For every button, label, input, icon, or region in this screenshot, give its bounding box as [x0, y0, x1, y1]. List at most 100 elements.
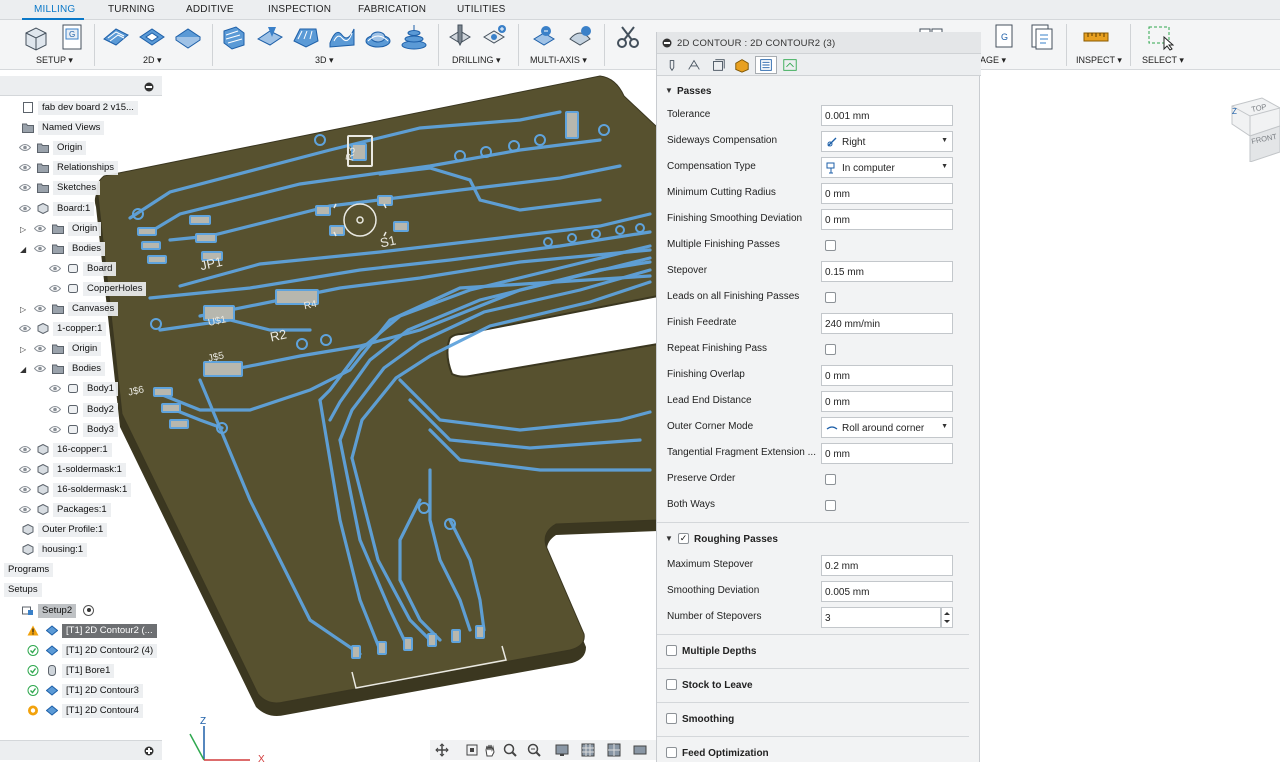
visibility-eye-icon[interactable]: [18, 204, 32, 213]
browser-tree-item[interactable]: housing:1: [0, 540, 162, 560]
collapse-arrow-icon[interactable]: ◢: [20, 245, 26, 254]
passes-row-checkbox[interactable]: [825, 499, 836, 511]
passes-row-checkbox[interactable]: [825, 239, 836, 251]
dialog-title-bar[interactable]: 2D CONTOUR : 2D CONTOUR2 (3): [657, 32, 981, 54]
tab-tool-icon[interactable]: [661, 56, 683, 74]
active-setup-radio-icon[interactable]: [83, 604, 94, 616]
face-icon[interactable]: [174, 23, 202, 51]
tab-stock-icon[interactable]: [731, 56, 753, 74]
parallel-icon[interactable]: [328, 23, 356, 51]
visibility-eye-icon[interactable]: [48, 405, 62, 414]
passes-row-select[interactable]: In computer ▼: [821, 156, 953, 178]
orbit-icon[interactable]: [434, 742, 450, 758]
stock-to-leave-section[interactable]: Stock to Leave: [657, 670, 981, 700]
tab-geometry-icon[interactable]: [683, 56, 705, 74]
tab-inspection[interactable]: INSPECTION: [268, 4, 331, 15]
select-icon[interactable]: [1146, 23, 1174, 51]
tab-heights-icon[interactable]: [707, 56, 729, 74]
multi-axis-group-label[interactable]: MULTI-AXIS ▾: [530, 55, 587, 66]
browser-tree-item[interactable]: [T1] 2D Contour2 (4): [0, 641, 162, 661]
contour-3d-icon[interactable]: [400, 23, 428, 51]
browser-tree-item[interactable]: 16-soldermask:1: [0, 480, 162, 500]
modify-scissors-icon[interactable]: [614, 23, 642, 51]
browser-tree-item[interactable]: [T1] 2D Contour2 (...: [0, 621, 162, 641]
visibility-eye-icon[interactable]: [33, 304, 47, 313]
browser-tree-item[interactable]: ◢ Bodies: [0, 239, 162, 259]
visibility-eye-icon[interactable]: [18, 465, 32, 474]
maximum-stepover-input[interactable]: 0.2 mm: [821, 555, 953, 576]
stock-to-leave-checkbox[interactable]: [666, 679, 677, 690]
visibility-eye-icon[interactable]: [18, 183, 32, 192]
viewports-icon[interactable]: [606, 742, 622, 758]
browser-collapse-icon[interactable]: [144, 82, 154, 92]
browser-tree-item[interactable]: Board:1: [0, 199, 162, 219]
passes-row-checkbox[interactable]: [825, 473, 836, 485]
zoom-icon[interactable]: [502, 742, 518, 758]
display-settings-icon[interactable]: [554, 742, 570, 758]
tab-turning[interactable]: TURNING: [108, 4, 155, 15]
collapse-arrow-icon[interactable]: ◢: [20, 365, 26, 374]
browser-tree-item[interactable]: ▷ Origin: [0, 219, 162, 239]
passes-row-checkbox[interactable]: [825, 343, 836, 355]
browser-tree-item[interactable]: ◢ Bodies: [0, 359, 162, 379]
viewport-canvas[interactable]: [0, 0, 1280, 762]
2d-group-label[interactable]: 2D ▾: [143, 55, 162, 66]
feed-optimization-checkbox[interactable]: [666, 747, 677, 758]
passes-row-checkbox[interactable]: [825, 291, 836, 303]
passes-row-input[interactable]: 0.15 mm: [821, 260, 953, 282]
browser-tree-item[interactable]: CopperHoles: [0, 279, 162, 299]
browser-tree-item[interactable]: 1-soldermask:1: [0, 460, 162, 480]
3d-pocket-icon[interactable]: [256, 23, 284, 51]
browser-tree-item[interactable]: Packages:1: [0, 500, 162, 520]
setup-sheet-icon[interactable]: [1028, 23, 1056, 51]
passes-row-input[interactable]: 0 mm: [821, 208, 953, 230]
tab-milling[interactable]: MILLING: [34, 4, 75, 15]
passes-row-input[interactable]: 0.001 mm: [821, 105, 953, 126]
swarf-icon[interactable]: [530, 23, 558, 51]
visibility-eye-icon[interactable]: [18, 163, 32, 172]
tab-linking-icon[interactable]: [779, 56, 801, 74]
drill-icon[interactable]: [446, 23, 474, 51]
browser-tree-item[interactable]: Sketches: [0, 178, 162, 198]
feed-optimization-section[interactable]: Feed Optimization: [657, 738, 981, 762]
browser-tree-item[interactable]: [T1] 2D Contour4: [0, 701, 162, 721]
tab-fabrication[interactable]: FABRICATION: [358, 4, 426, 15]
stepovers-spinner-icon[interactable]: [941, 607, 953, 628]
multi-axis-contour-icon[interactable]: [566, 23, 594, 51]
3d-adaptive-icon[interactable]: [220, 23, 248, 51]
browser-tree-item[interactable]: Body1: [0, 379, 162, 399]
browser-tree-item[interactable]: Outer Profile:1: [0, 520, 162, 540]
visibility-eye-icon[interactable]: [48, 425, 62, 434]
browser-tree-item[interactable]: Board: [0, 259, 162, 279]
scallop-icon[interactable]: [364, 23, 392, 51]
roughing-section-header[interactable]: ▼ ✓ Roughing Passes: [657, 524, 981, 554]
tab-utilities[interactable]: UTILITIES: [457, 4, 505, 15]
visibility-eye-icon[interactable]: [33, 364, 47, 373]
nc-program-icon[interactable]: G: [58, 23, 86, 51]
browser-tree-item[interactable]: Body3: [0, 420, 162, 440]
browser-tree-item[interactable]: Setups: [0, 580, 162, 600]
roughing-checkbox[interactable]: ✓: [678, 533, 689, 544]
passes-row-input[interactable]: 0 mm: [821, 390, 953, 412]
browser-tree-item[interactable]: Setup2: [0, 601, 162, 621]
2d-pocket-icon[interactable]: [138, 23, 166, 51]
number-of-stepovers-input[interactable]: 3: [821, 607, 941, 628]
effects-icon[interactable]: [632, 742, 648, 758]
look-at-icon[interactable]: [464, 742, 480, 758]
drilling-group-label[interactable]: DRILLING ▾: [452, 55, 501, 66]
3d-group-label[interactable]: 3D ▾: [315, 55, 334, 66]
tab-passes-icon[interactable]: [755, 56, 777, 74]
passes-row-input[interactable]: 0 mm: [821, 182, 953, 204]
browser-tree-item[interactable]: Body2: [0, 400, 162, 420]
passes-row-input[interactable]: 0 mm: [821, 442, 953, 464]
browser-tree-item[interactable]: [T1] 2D Contour3: [0, 681, 162, 701]
passes-row-select[interactable]: Right ▼: [821, 130, 953, 152]
browser-tree-item[interactable]: Programs: [0, 560, 162, 580]
2d-adaptive-icon[interactable]: [102, 23, 130, 51]
viewcube[interactable]: TOP FRONT Z: [1222, 92, 1280, 163]
passes-row-select[interactable]: Roll around corner ▼: [821, 416, 953, 438]
visibility-eye-icon[interactable]: [18, 324, 32, 333]
setup-group-label[interactable]: SETUP ▾: [36, 55, 73, 66]
select-group-label[interactable]: SELECT ▾: [1142, 55, 1184, 66]
expand-arrow-icon[interactable]: ▷: [20, 305, 26, 314]
